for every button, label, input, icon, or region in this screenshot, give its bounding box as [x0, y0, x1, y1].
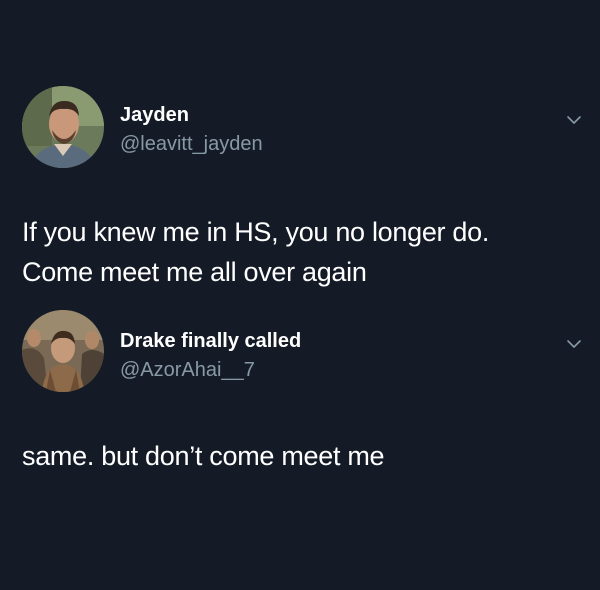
tweet-text-line: same. but don’t come meet me	[22, 441, 385, 471]
user-handle[interactable]: @AzorAhai__7	[120, 359, 255, 382]
avatar[interactable]	[22, 86, 104, 168]
avatar[interactable]	[22, 310, 104, 392]
profile-photo-movie-still-icon	[22, 310, 104, 392]
tweet-text-line: Come meet me all over again	[22, 257, 367, 287]
tweet-screenshot: Jayden @leavitt_jayden If you knew me in…	[0, 0, 600, 590]
chevron-down-icon[interactable]	[566, 336, 582, 352]
tweet-text: same. but don’t come meet me	[22, 436, 582, 476]
display-name[interactable]: Drake finally called	[120, 330, 301, 353]
tweet-text-line: If you knew me in HS, you no longer do.	[22, 217, 490, 247]
tweet-text: If you knew me in HS, you no longer do. …	[22, 212, 582, 292]
display-name[interactable]: Jayden	[120, 104, 189, 127]
profile-photo-man-icon	[22, 86, 104, 168]
chevron-down-icon[interactable]	[566, 112, 582, 128]
user-handle[interactable]: @leavitt_jayden	[120, 133, 263, 156]
